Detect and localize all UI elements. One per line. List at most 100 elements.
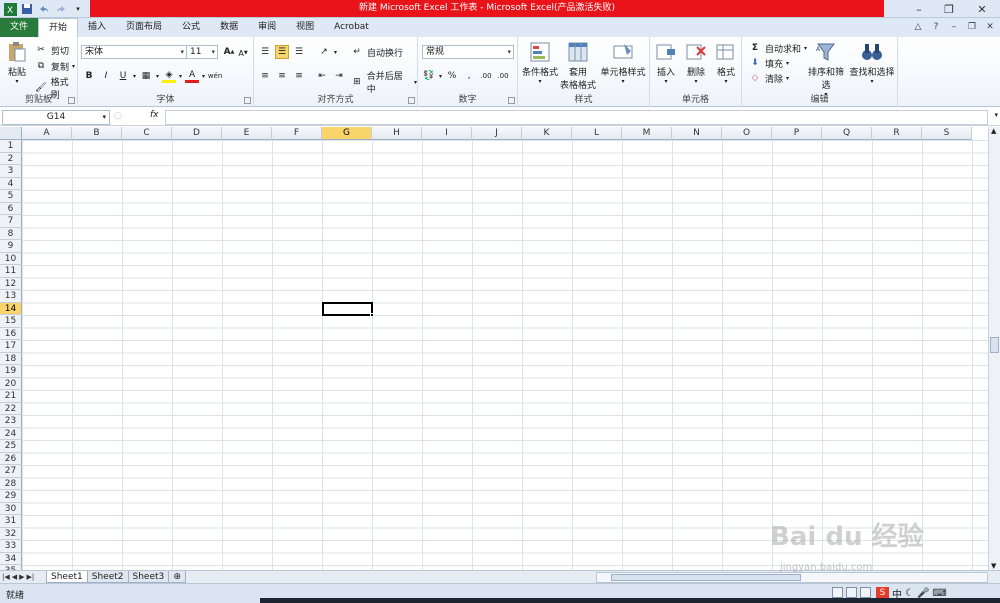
sheet-tab-1[interactable]: Sheet1 xyxy=(46,571,88,583)
vertical-scrollbar[interactable]: ▲ ▼ xyxy=(988,127,1000,570)
autosum-button[interactable]: Σ 自动求和 ▾ xyxy=(748,41,807,55)
column-header[interactable]: S xyxy=(922,127,972,140)
italic-button[interactable]: I xyxy=(99,69,113,83)
phonetic-button[interactable]: wén xyxy=(208,69,222,83)
row-header[interactable]: 7 xyxy=(0,215,22,228)
row-header[interactable]: 25 xyxy=(0,440,22,453)
row-header[interactable]: 20 xyxy=(0,377,22,390)
row-header[interactable]: 21 xyxy=(0,390,22,403)
row-header[interactable]: 4 xyxy=(0,177,22,190)
row-header[interactable]: 9 xyxy=(0,240,22,253)
sort-filter-button[interactable]: A 排序和筛选 ▾ xyxy=(804,41,848,98)
chevron-down-icon[interactable]: ▾ xyxy=(102,111,106,124)
row-header[interactable]: 33 xyxy=(0,540,22,553)
row-header[interactable]: 31 xyxy=(0,515,22,528)
align-left-icon[interactable]: ≡ xyxy=(258,69,272,83)
expand-formula-icon[interactable]: ▾ xyxy=(994,111,998,119)
scroll-down-icon[interactable]: ▼ xyxy=(991,562,996,570)
row-header[interactable]: 23 xyxy=(0,415,22,428)
row-header[interactable]: 28 xyxy=(0,477,22,490)
increase-decimal-button[interactable]: .00 xyxy=(479,69,493,83)
clipboard-launcher-icon[interactable] xyxy=(68,97,75,104)
currency-icon[interactable]: 💱 xyxy=(422,69,436,83)
column-header[interactable]: B xyxy=(72,127,122,140)
cell-styles-button[interactable]: 单元格样式 ▾ xyxy=(598,41,648,85)
row-header[interactable]: 10 xyxy=(0,252,22,265)
row-header[interactable]: 19 xyxy=(0,365,22,378)
tab-data[interactable]: 数据 xyxy=(210,18,248,37)
align-top-icon[interactable]: ☰ xyxy=(258,45,272,59)
comma-button[interactable]: , xyxy=(462,69,476,83)
row-header[interactable]: 17 xyxy=(0,340,22,353)
workbook-close-icon[interactable]: ✕ xyxy=(984,21,996,33)
row-header[interactable]: 8 xyxy=(0,227,22,240)
ribbon-minimize-icon[interactable]: △ xyxy=(912,21,924,33)
clear-button[interactable]: ◇ 清除 ▾ xyxy=(748,71,790,85)
select-all-corner[interactable] xyxy=(0,127,22,140)
row-header[interactable]: 15 xyxy=(0,315,22,328)
bold-button[interactable]: B xyxy=(82,69,96,83)
row-header[interactable]: 1 xyxy=(0,140,22,153)
insert-sheet-icon[interactable]: ⊕ xyxy=(168,571,187,583)
fill-button[interactable]: ⬇ 填充 ▾ xyxy=(748,56,789,70)
column-header[interactable]: C xyxy=(122,127,172,140)
row-header[interactable]: 11 xyxy=(0,265,22,278)
format-cells-button[interactable]: 格式 ▾ xyxy=(712,41,740,85)
insert-cells-button[interactable]: 插入 ▾ xyxy=(652,41,680,85)
row-header[interactable]: 22 xyxy=(0,402,22,415)
conditional-format-button[interactable]: 条件格式 ▾ xyxy=(520,41,560,85)
row-header[interactable]: 5 xyxy=(0,190,22,203)
chevron-down-icon[interactable]: ▾ xyxy=(202,73,205,80)
column-header[interactable]: E xyxy=(222,127,272,140)
align-middle-icon[interactable]: ☰ xyxy=(275,45,289,59)
align-right-icon[interactable]: ≡ xyxy=(292,69,306,83)
font-name-combo[interactable]: 宋体 ▾ xyxy=(81,45,187,59)
undo-icon[interactable] xyxy=(37,2,51,16)
tab-home[interactable]: 开始 xyxy=(38,18,79,37)
fill-handle[interactable] xyxy=(370,312,374,317)
delete-cells-button[interactable]: 删除 ▾ xyxy=(682,41,710,85)
normal-view-icon[interactable] xyxy=(832,587,843,598)
decrease-indent-icon[interactable]: ⇤ xyxy=(315,69,329,83)
percent-button[interactable]: % xyxy=(445,69,459,83)
name-box[interactable]: G14 ▾ xyxy=(2,110,110,125)
grow-font-button[interactable]: A ▲ xyxy=(222,45,236,59)
tab-file[interactable]: 文件 xyxy=(0,18,38,37)
insert-function-icon[interactable]: fx xyxy=(150,110,159,120)
fill-color-icon[interactable]: ◈ xyxy=(162,69,177,83)
restore-icon[interactable]: ❐ xyxy=(934,0,964,18)
sheet-tab-2[interactable]: Sheet2 xyxy=(86,571,129,583)
font-color-button[interactable]: A xyxy=(185,69,200,83)
row-header[interactable]: 29 xyxy=(0,490,22,503)
active-cell[interactable] xyxy=(322,301,374,317)
row-header[interactable]: 12 xyxy=(0,277,22,290)
column-header[interactable]: M xyxy=(622,127,672,140)
decrease-decimal-button[interactable]: .00 xyxy=(496,69,510,83)
format-as-table-button[interactable]: 套用 表格格式 xyxy=(558,41,598,91)
column-header[interactable]: D xyxy=(172,127,222,140)
column-header[interactable]: P xyxy=(772,127,822,140)
formula-input[interactable] xyxy=(165,110,988,125)
save-icon[interactable] xyxy=(20,2,34,16)
sheet-tab-3[interactable]: Sheet3 xyxy=(127,571,170,583)
chevron-down-icon[interactable]: ▾ xyxy=(133,73,136,80)
chevron-down-icon[interactable]: ▾ xyxy=(439,73,442,80)
row-header[interactable]: 27 xyxy=(0,465,22,478)
tab-acrobat[interactable]: Acrobat xyxy=(324,18,379,37)
font-launcher-icon[interactable] xyxy=(244,97,251,104)
column-header[interactable]: J xyxy=(472,127,522,140)
row-header[interactable]: 24 xyxy=(0,427,22,440)
vertical-scroll-thumb[interactable] xyxy=(990,337,999,353)
row-header[interactable]: 3 xyxy=(0,165,22,178)
row-header[interactable]: 13 xyxy=(0,290,22,303)
number-format-combo[interactable]: 常规 ▾ xyxy=(422,45,514,59)
row-header[interactable]: 16 xyxy=(0,327,22,340)
customize-qat-icon[interactable]: ▾ xyxy=(71,2,85,16)
scroll-up-icon[interactable]: ▲ xyxy=(991,127,996,135)
minimize-icon[interactable]: – xyxy=(904,0,934,18)
workbook-restore-icon[interactable]: ❐ xyxy=(966,21,978,33)
tab-review[interactable]: 审阅 xyxy=(248,18,286,37)
font-size-combo[interactable]: 11 ▾ xyxy=(186,45,218,59)
cut-button[interactable]: ✂ 剪切 xyxy=(34,43,69,57)
row-header[interactable]: 30 xyxy=(0,502,22,515)
